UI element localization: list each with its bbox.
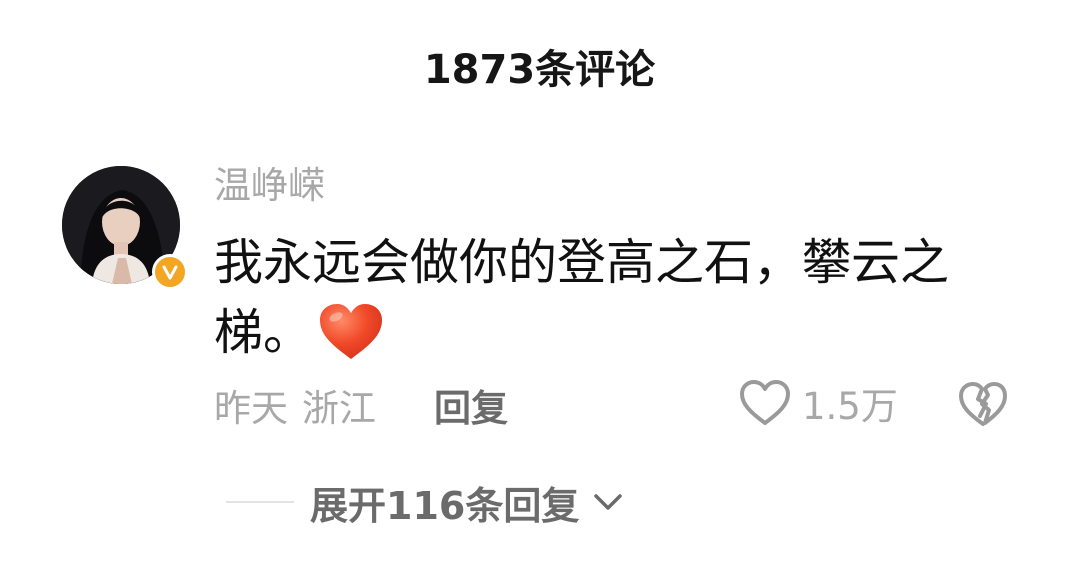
verified-badge-icon	[152, 254, 188, 290]
dislike-button[interactable]	[958, 380, 1008, 428]
divider-line	[226, 501, 294, 503]
chevron-down-icon	[594, 494, 623, 510]
comment-username[interactable]: 温峥嵘	[214, 162, 325, 210]
broken-heart-icon	[959, 382, 1007, 426]
comment-count-title: 1873条评论	[423, 47, 656, 93]
like-button[interactable]: 1.5万	[738, 378, 898, 428]
comment-location: 浙江	[302, 387, 376, 430]
red-heart-emoji-icon	[318, 303, 384, 380]
comment-time: 昨天	[214, 387, 288, 430]
expand-replies-label: 展开116条回复	[310, 483, 580, 528]
comment-body: 我永远会做你的登高之石，攀云之梯。	[214, 228, 1004, 380]
comment-meta: 昨天 浙江 回复	[214, 380, 508, 430]
heart-outline-icon	[740, 380, 790, 425]
reply-button[interactable]: 回复	[434, 378, 508, 432]
expand-replies-button[interactable]: 展开116条回复	[226, 476, 623, 528]
like-count: 1.5万	[802, 385, 898, 428]
